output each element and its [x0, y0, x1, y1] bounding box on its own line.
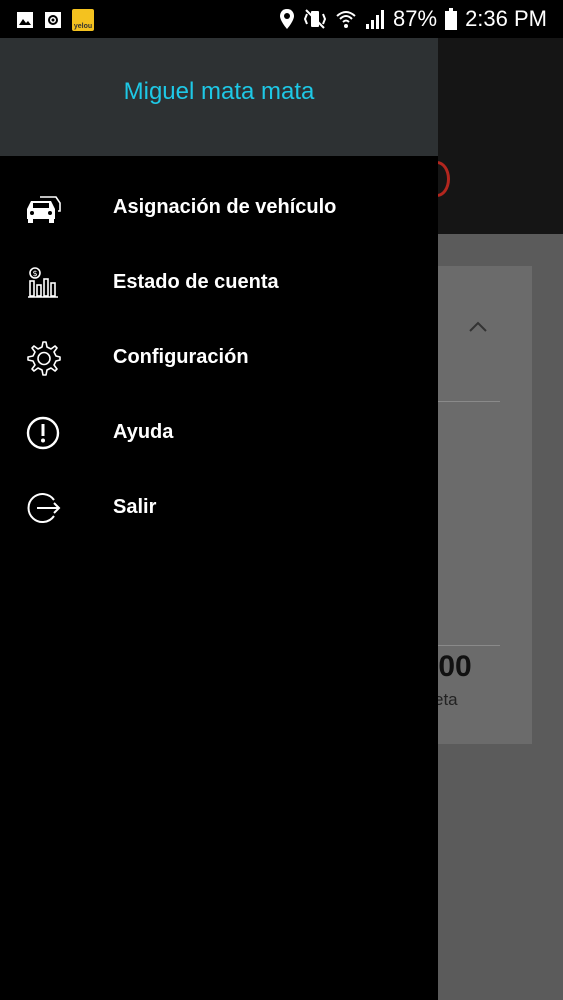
system-icons: 87% 2:36 PM [279, 7, 547, 31]
alert-icon [26, 416, 60, 450]
signal-icon [366, 10, 385, 29]
menu-item-label: Estado de cuenta [113, 271, 279, 293]
menu-item-help[interactable]: Ayuda [0, 395, 438, 470]
drawer-menu: Asignación de vehículo $ Estado de cuent… [0, 170, 438, 545]
svg-text:$: $ [32, 269, 37, 278]
car-icon [27, 196, 61, 223]
chevron-up-icon [469, 321, 487, 332]
menu-item-label: Salir [113, 496, 157, 518]
app-badge-icon: yelou [72, 9, 94, 31]
app-badge-text: yelou [73, 23, 93, 30]
user-name: Miguel mata mata [123, 78, 315, 105]
notification-icons: yelou [16, 9, 94, 31]
wifi-icon [336, 11, 356, 28]
settings-notification-icon [45, 12, 61, 28]
menu-item-label: Asignación de vehículo [113, 196, 337, 218]
menu-item-label: Ayuda [113, 421, 174, 443]
logout-icon [27, 493, 61, 523]
status-bar: yelou 87% 2:36 PM [0, 0, 563, 38]
menu-item-account-statement[interactable]: $ Estado de cuenta [0, 245, 438, 320]
navigation-drawer: Miguel mata mata Asignación de vehículo … [0, 38, 438, 1000]
menu-item-label: Configuración [113, 346, 249, 368]
battery-icon [445, 8, 458, 30]
background-amount: .00 [430, 650, 472, 683]
clock: 2:36 PM [465, 6, 547, 31]
background-divider [430, 401, 500, 402]
menu-item-vehicle-assignment[interactable]: Asignación de vehículo [0, 170, 438, 245]
menu-item-settings[interactable]: Configuración [0, 320, 438, 395]
gallery-icon [17, 12, 33, 28]
drawer-header: Miguel mata mata [0, 38, 438, 156]
location-icon [280, 9, 295, 29]
menu-item-logout[interactable]: Salir [0, 470, 438, 545]
vibrate-icon [303, 9, 327, 29]
battery-percentage: 87% [393, 6, 438, 31]
gear-icon [27, 341, 61, 376]
chart-icon: $ [28, 267, 58, 298]
background-divider [430, 645, 500, 646]
